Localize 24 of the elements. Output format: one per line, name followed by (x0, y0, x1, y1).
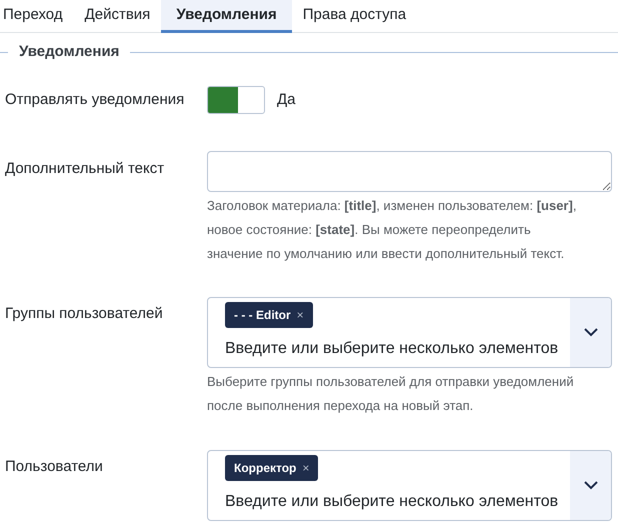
dropdown-button[interactable] (570, 298, 611, 367)
tab[interactable]: Переход (0, 0, 74, 33)
dropdown-button[interactable] (570, 451, 611, 520)
help-text: Заголовок материала: [title], изменен пользователем: [user], новое состояние: [state]. Вы можете переопределить значение по умолчанию или ввести дополнительный текст. (207, 197, 578, 263)
toggle-switch[interactable] (207, 86, 265, 114)
remove-tag-button[interactable]: × (296, 306, 304, 324)
chevron-down-icon (584, 328, 598, 337)
field-label: Отправлять уведомления (4, 90, 186, 110)
help-text: Выберите группы пользователей для отправки уведомлений после выполнения перехода на новый этап. (207, 373, 575, 415)
section-legend: Уведомления (8, 40, 130, 64)
multi-select-field[interactable]: Корректор × Введите или выберите несколько элементов (207, 450, 612, 521)
selected-tag[interactable]: - - - Editor × (225, 302, 313, 328)
remove-tag-button[interactable]: × (302, 459, 310, 477)
field-label: Группы пользователей (4, 304, 164, 324)
tab[interactable]: Права доступа (292, 0, 418, 33)
text-area[interactable] (207, 151, 612, 192)
multi-select-field[interactable]: - - - Editor × Введите или выберите несколько элементов (207, 297, 612, 368)
tab[interactable]: Уведомления (161, 0, 292, 33)
selected-tag[interactable]: Корректор × (225, 455, 318, 481)
field-label: Дополнительный текст (4, 159, 166, 179)
tab[interactable]: Действия (74, 0, 162, 33)
field-label: Пользователи (4, 457, 104, 477)
chevron-down-icon (584, 481, 598, 490)
toggle-label: Да (277, 90, 296, 110)
